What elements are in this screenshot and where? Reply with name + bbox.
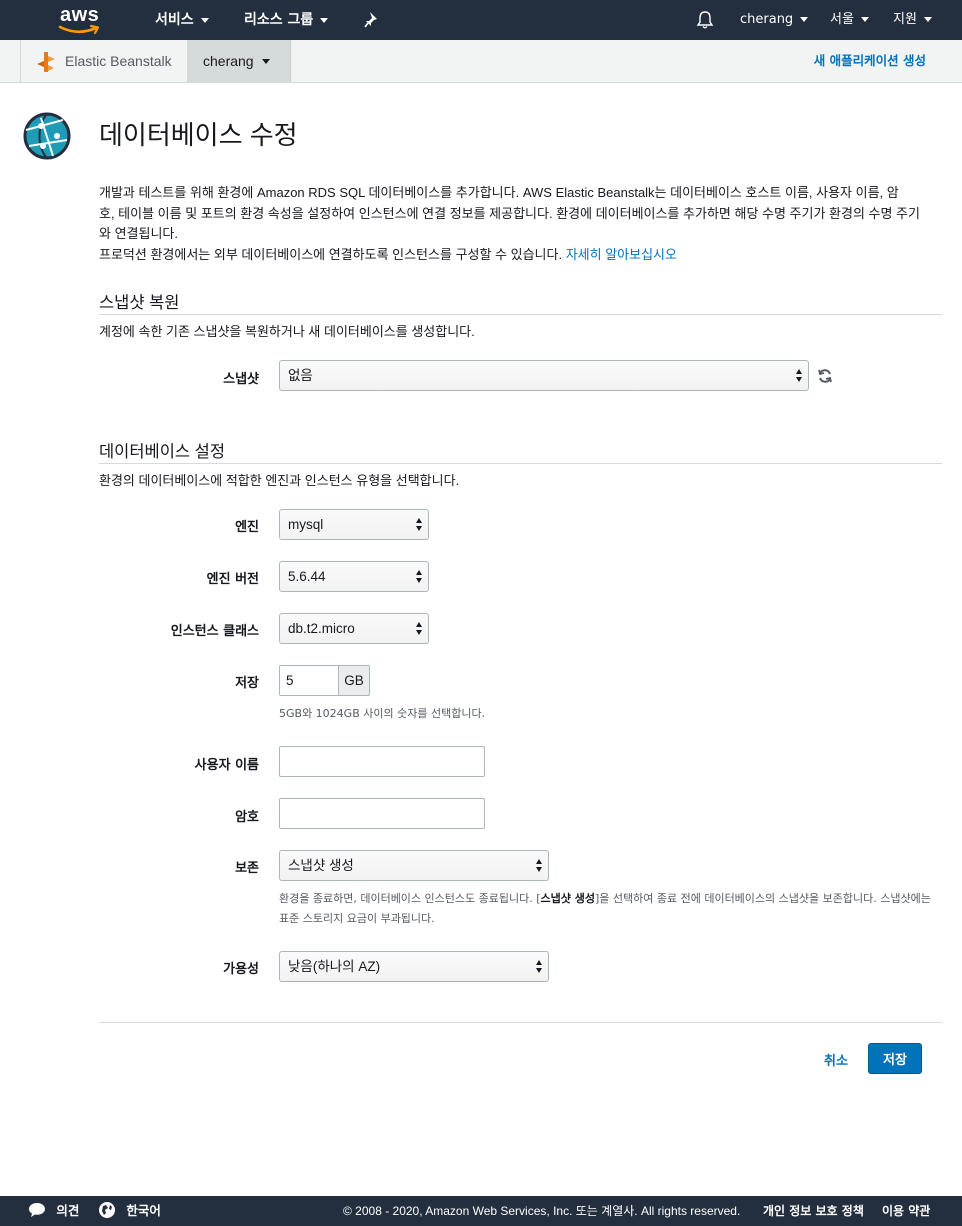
language-label: 한국어 — [126, 1203, 161, 1218]
intro-line-2: 호, 테이블 이름 및 포트의 환경 속성을 설정하여 인스턴스에 연결 정보를… — [99, 205, 920, 221]
aws-logo[interactable]: aws — [58, 4, 104, 36]
availability-select-value: 낮음(하나의 AZ) — [288, 959, 381, 974]
snapshot-select-value: 없음 — [288, 368, 313, 383]
app-name-label: Elastic Beanstalk — [65, 53, 172, 69]
instance-class-select[interactable]: db.t2.micro — [279, 613, 429, 644]
username-label: 사용자 이름 — [194, 758, 259, 773]
account-menu[interactable]: cherang — [740, 0, 809, 40]
service-subnav: Elastic Beanstalk cherang 새 애플리케이션 생성 — [0, 40, 962, 83]
chevron-down-icon — [200, 17, 209, 23]
retention-hint-line-2: 표준 스토리지 요금이 부과됩니다. — [279, 912, 435, 925]
feedback-link[interactable]: 의견 — [28, 1196, 79, 1226]
snapshot-section-description: 계정에 속한 기존 스냅샷을 복원하거나 새 데이터베이스를 생성합니다. — [99, 324, 475, 339]
intro-line-4-text: 프로덕션 환경에서는 외부 데이터베이스에 연결하도록 인스턴스를 구성할 수 … — [99, 246, 563, 262]
engine-version-select-value: 5.6.44 — [288, 569, 326, 584]
top-navigation-bar: aws 서비스 리소스 그룹 cherang 서울 지원 — [0, 0, 962, 40]
database-globe-icon — [23, 112, 71, 160]
intro-line-3: 와 연결됩니다. — [99, 226, 178, 241]
elastic-beanstalk-icon — [37, 52, 55, 72]
database-settings-section-description: 환경의 데이터베이스에 적합한 엔진과 인스턴스 유형을 선택합니다. — [99, 473, 460, 488]
language-selector[interactable]: 한국어 — [98, 1196, 161, 1226]
speech-bubble-icon — [29, 1203, 45, 1217]
select-arrows-icon — [416, 570, 424, 584]
storage-label: 저장 — [235, 676, 259, 691]
resource-groups-label: 리소스 그룹 — [244, 12, 314, 28]
retention-hint-part-1: 환경을 종료하면, 데이터베이스 인스턴스도 종료됩니다. [ — [279, 892, 541, 905]
snapshot-label: 스냅샷 — [223, 372, 259, 387]
elastic-beanstalk-home-link[interactable]: Elastic Beanstalk — [20, 40, 188, 83]
select-arrows-icon — [536, 859, 544, 873]
chevron-down-icon — [800, 17, 809, 22]
pin-icon[interactable] — [364, 11, 380, 33]
create-application-link[interactable]: 새 애플리케이션 생성 — [814, 40, 926, 82]
services-menu[interactable]: 서비스 — [155, 0, 209, 40]
engine-select[interactable]: mysql — [279, 509, 429, 540]
terms-of-use-link[interactable]: 이용 약관 — [882, 1196, 930, 1226]
refresh-icon[interactable] — [817, 368, 833, 384]
learn-more-link[interactable]: 자세히 알아보십시오 — [566, 247, 677, 262]
storage-unit-addon: GB — [338, 665, 370, 696]
select-arrows-icon — [796, 369, 804, 383]
region-menu[interactable]: 서울 — [830, 0, 869, 40]
actions-divider — [99, 1022, 942, 1023]
select-arrows-icon — [416, 622, 424, 636]
support-label: 지원 — [893, 12, 917, 27]
password-label: 암호 — [235, 810, 259, 825]
resource-groups-menu[interactable]: 리소스 그룹 — [244, 0, 329, 40]
retention-hint-bold: 스냅샷 생성 — [540, 892, 595, 905]
environment-selector[interactable]: cherang — [188, 40, 291, 83]
engine-version-label: 엔진 버전 — [206, 572, 259, 587]
feedback-label: 의견 — [56, 1203, 80, 1218]
region-label: 서울 — [830, 12, 854, 27]
section-divider — [99, 314, 942, 315]
engine-label: 엔진 — [235, 520, 259, 535]
username-input[interactable] — [279, 746, 485, 777]
save-button[interactable]: 저장 — [868, 1043, 922, 1074]
retention-select[interactable]: 스냅샷 생성 — [279, 850, 549, 881]
retention-hint-part-2: ]을 선택하여 종료 전에 데이터베이스의 스냅샷을 보존합니다. 스냅샷에는 — [594, 892, 931, 905]
select-arrows-icon — [536, 960, 544, 974]
chevron-down-icon — [860, 17, 869, 22]
privacy-policy-link[interactable]: 개인 정보 보호 정책 — [763, 1196, 864, 1226]
section-divider — [99, 463, 942, 464]
instance-class-label: 인스턴스 클래스 — [170, 624, 259, 639]
notification-bell-icon[interactable] — [695, 10, 715, 34]
copyright-text: © 2008 - 2020, Amazon Web Services, Inc.… — [343, 1204, 741, 1218]
storage-hint: 5GB와 1024GB 사이의 숫자를 선택합니다. — [279, 707, 486, 720]
page-title: 데이터베이스 수정 — [99, 120, 298, 150]
services-label: 서비스 — [155, 12, 194, 28]
chevron-down-icon — [923, 17, 932, 22]
support-menu[interactable]: 지원 — [893, 0, 932, 40]
availability-select[interactable]: 낮음(하나의 AZ) — [279, 951, 549, 982]
intro-line-1: 개발과 테스트를 위해 환경에 Amazon RDS SQL 데이터베이스를 추… — [99, 185, 899, 200]
retention-select-value: 스냅샷 생성 — [288, 858, 354, 873]
engine-version-select[interactable]: 5.6.44 — [279, 561, 429, 592]
intro-description: 개발과 테스트를 위해 환경에 Amazon RDS SQL 데이터베이스를 추… — [99, 183, 944, 265]
cancel-button[interactable]: 취소 — [824, 1050, 848, 1069]
chevron-down-icon — [262, 59, 270, 64]
storage-input[interactable] — [279, 665, 339, 696]
environment-label: cherang — [203, 53, 254, 69]
retention-label: 보존 — [235, 861, 259, 876]
password-input[interactable] — [279, 798, 485, 829]
instance-class-select-value: db.t2.micro — [288, 621, 355, 636]
database-settings-section-title: 데이터베이스 설정 — [99, 443, 226, 461]
account-name: cherang — [740, 12, 794, 27]
retention-hint: 환경을 종료하면, 데이터베이스 인스턴스도 종료됩니다. [스냅샷 생성]을 … — [279, 889, 949, 929]
snapshot-select[interactable]: 없음 — [279, 360, 809, 391]
availability-label: 가용성 — [223, 962, 259, 977]
footer-bar: 의견 한국어 © 2008 - 2020, Amazon Web Service… — [0, 1196, 962, 1226]
chevron-down-icon — [320, 17, 329, 23]
engine-select-value: mysql — [288, 517, 324, 532]
globe-icon — [99, 1202, 115, 1218]
snapshot-section-title: 스냅샷 복원 — [99, 294, 180, 312]
aws-smile-icon — [58, 24, 100, 35]
select-arrows-icon — [416, 518, 424, 532]
intro-line-4: 프로덕션 환경에서는 외부 데이터베이스에 연결하도록 인스턴스를 구성할 수 … — [99, 245, 944, 266]
